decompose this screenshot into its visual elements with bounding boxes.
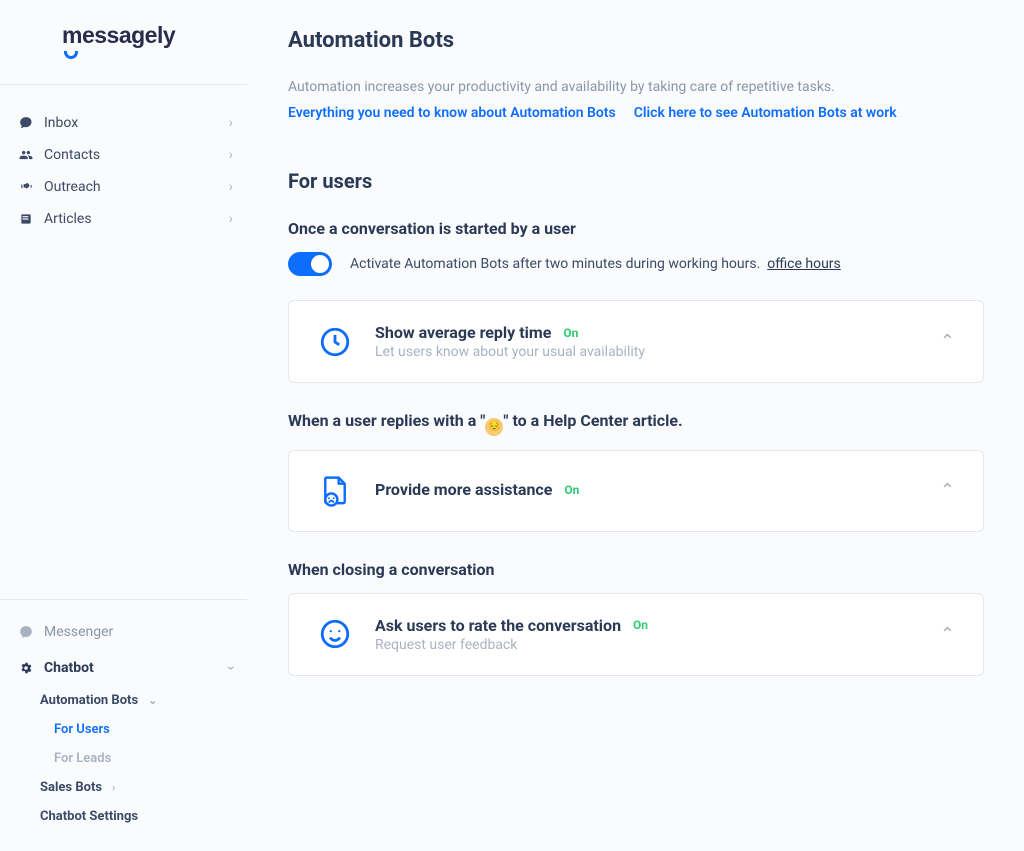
nav-top: Inbox › Contacts › Outreach bbox=[0, 85, 247, 235]
card-reply-time[interactable]: Show average reply time On Let users kno… bbox=[288, 300, 984, 383]
status-badge: On bbox=[564, 483, 579, 497]
chevron-up-icon: ⌃ bbox=[940, 624, 955, 645]
nav-sub-label: Automation Bots bbox=[40, 693, 138, 708]
help-link-docs[interactable]: Everything you need to know about Automa… bbox=[288, 105, 616, 121]
people-icon bbox=[18, 147, 34, 163]
sidebar-label: Contacts bbox=[44, 147, 100, 163]
main-content: Automation Bots Automation increases you… bbox=[248, 0, 1024, 851]
sidebar-label: Inbox bbox=[44, 115, 78, 131]
section-header-for-users: For users bbox=[288, 169, 984, 193]
sidebar-item-outreach[interactable]: Outreach › bbox=[0, 171, 247, 203]
help-link-demo[interactable]: Click here to see Automation Bots at wor… bbox=[634, 105, 897, 121]
nav-sub-for-users[interactable]: For Users bbox=[54, 715, 247, 744]
nav-sub-sub-automation: For Users For Leads bbox=[40, 715, 247, 773]
sidebar-item-inbox[interactable]: Inbox › bbox=[0, 107, 247, 139]
nav-sub-chatbot: Automation Bots ⌄ For Users For Leads Sa… bbox=[0, 686, 247, 831]
sidebar-item-articles[interactable]: Articles › bbox=[0, 203, 247, 235]
chevron-right-icon: › bbox=[229, 147, 233, 163]
sidebar-item-chatbot[interactable]: Chatbot › bbox=[0, 650, 247, 686]
logo[interactable]: messagely bbox=[62, 22, 175, 49]
sad-face-icon: 😔 bbox=[485, 418, 503, 436]
nav-sub-for-leads[interactable]: For Leads bbox=[54, 744, 247, 773]
chevron-down-icon: ⌄ bbox=[148, 694, 157, 707]
toggle-activate-bots[interactable] bbox=[288, 252, 332, 276]
book-icon bbox=[18, 211, 34, 227]
smile-icon bbox=[317, 616, 353, 652]
status-badge: On bbox=[633, 618, 648, 632]
sidebar-label: Chatbot bbox=[44, 660, 94, 676]
sidebar: messagely Inbox › bbox=[0, 0, 248, 851]
card-subtitle: Let users know about your usual availabi… bbox=[375, 344, 918, 360]
status-badge: On bbox=[563, 326, 578, 340]
card-rate-conversation[interactable]: Ask users to rate the conversation On Re… bbox=[288, 593, 984, 676]
subsection-suffix: " to a Help Center article. bbox=[503, 411, 682, 430]
subsection-help-center-reply: When a user replies with a "😔" to a Help… bbox=[288, 411, 984, 436]
nav-sub-label: Chatbot Settings bbox=[40, 809, 138, 824]
card-title: Provide more assistance bbox=[375, 480, 552, 499]
document-sad-icon bbox=[317, 473, 353, 509]
nav-sub-label: Sales Bots bbox=[40, 780, 102, 795]
subsection-prefix: When a user replies with a " bbox=[288, 411, 485, 430]
card-subtitle: Request user feedback bbox=[375, 637, 918, 653]
chevron-right-icon: › bbox=[229, 115, 233, 131]
sidebar-label: Articles bbox=[44, 211, 92, 227]
subsection-closing-conversation: When closing a conversation bbox=[288, 560, 984, 579]
subsection-conversation-started: Once a conversation is started by a user bbox=[288, 219, 984, 238]
logo-smile-icon bbox=[64, 51, 78, 59]
nav-sub-automation-bots[interactable]: Automation Bots ⌄ bbox=[40, 686, 247, 715]
chevron-right-icon: › bbox=[112, 781, 115, 794]
logo-text: messagely bbox=[62, 22, 175, 49]
chat-icon bbox=[18, 115, 34, 131]
nav-sub-sales-bots[interactable]: Sales Bots › bbox=[40, 773, 247, 802]
sidebar-label: Outreach bbox=[44, 179, 101, 195]
help-links: Everything you need to know about Automa… bbox=[288, 105, 984, 121]
nav-sub-label: For Leads bbox=[54, 751, 111, 766]
chevron-right-icon: › bbox=[229, 179, 233, 195]
sidebar-item-contacts[interactable]: Contacts › bbox=[0, 139, 247, 171]
messenger-icon bbox=[18, 624, 34, 640]
chevron-down-icon: › bbox=[223, 666, 239, 670]
card-title: Show average reply time bbox=[375, 323, 551, 342]
card-more-assistance[interactable]: Provide more assistance On ⌃ bbox=[288, 450, 984, 532]
card-title: Ask users to rate the conversation bbox=[375, 616, 621, 635]
megaphone-icon bbox=[18, 179, 34, 195]
clock-icon bbox=[317, 324, 353, 360]
sidebar-label: Messenger bbox=[44, 624, 113, 640]
toggle-label: Activate Automation Bots after two minut… bbox=[350, 256, 841, 272]
gear-icon bbox=[18, 660, 34, 676]
toggle-text: Activate Automation Bots after two minut… bbox=[350, 256, 760, 272]
chevron-right-icon: › bbox=[229, 211, 233, 227]
nav-sub-chatbot-settings[interactable]: Chatbot Settings bbox=[40, 802, 247, 831]
nav-sub-label: For Users bbox=[54, 722, 110, 737]
page-title: Automation Bots bbox=[288, 28, 984, 53]
chevron-up-icon: ⌃ bbox=[940, 331, 955, 352]
sidebar-item-messenger[interactable]: Messenger bbox=[0, 614, 247, 650]
logo-area: messagely bbox=[0, 0, 247, 85]
page-desc: Automation increases your productivity a… bbox=[288, 79, 984, 95]
nav-bottom: Messenger Chatbot › Automation Bots ⌄ bbox=[0, 599, 247, 851]
chevron-up-icon: ⌃ bbox=[940, 480, 955, 501]
office-hours-link[interactable]: office hours bbox=[767, 256, 841, 272]
toggle-row-activate-bots: Activate Automation Bots after two minut… bbox=[288, 252, 984, 276]
